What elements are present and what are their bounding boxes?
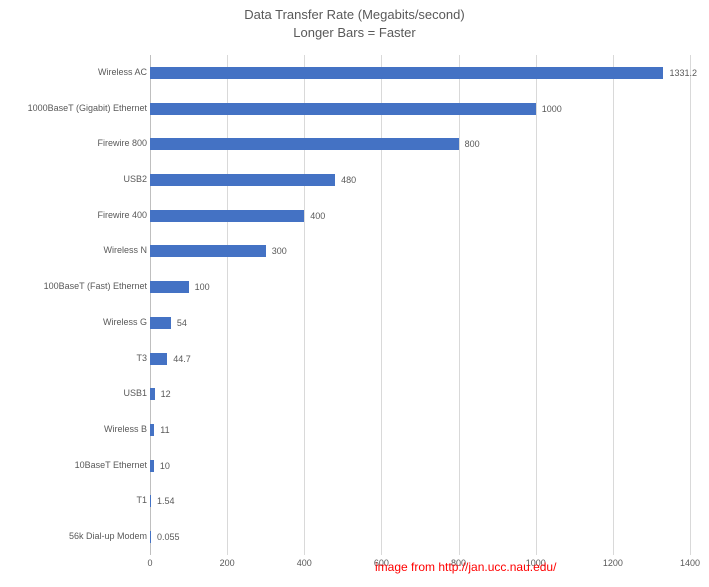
data-transfer-rate-chart: Data Transfer Rate (Megabits/second) Lon… [0, 0, 709, 587]
bar [150, 281, 189, 293]
value-label: 1.54 [157, 496, 175, 506]
x-tick-label: 1400 [680, 558, 700, 568]
value-label: 12 [161, 389, 171, 399]
category-label: Wireless AC [7, 68, 147, 78]
value-label: 300 [272, 246, 287, 256]
category-label: Firewire 800 [7, 139, 147, 149]
bar-row [150, 376, 690, 412]
bar [150, 103, 536, 115]
value-label: 400 [310, 211, 325, 221]
category-label: 100BaseT (Fast) Ethernet [7, 282, 147, 292]
plot-area: 0200400600800100012001400 [150, 55, 690, 555]
bar-row [150, 484, 690, 520]
bar [150, 353, 167, 365]
bar [150, 245, 266, 257]
value-label: 1331.2 [669, 68, 697, 78]
bar-row [150, 269, 690, 305]
category-label: Wireless G [7, 318, 147, 328]
value-label: 100 [195, 282, 210, 292]
image-credit: image from http://jan.ucc.nau.edu/ [375, 560, 556, 574]
bar-row [150, 162, 690, 198]
gridline [690, 55, 691, 555]
category-label: Wireless B [7, 425, 147, 435]
chart-title-block: Data Transfer Rate (Megabits/second) Lon… [0, 0, 709, 41]
bar-row [150, 198, 690, 234]
bar-row [150, 234, 690, 270]
value-label: 480 [341, 175, 356, 185]
bar [150, 495, 151, 507]
bar [150, 210, 304, 222]
x-tick-label: 400 [297, 558, 312, 568]
bar [150, 67, 663, 79]
bar [150, 174, 335, 186]
category-label: 56k Dial-up Modem [7, 532, 147, 542]
value-label: 54 [177, 318, 187, 328]
value-label: 44.7 [173, 354, 191, 364]
x-tick-label: 200 [220, 558, 235, 568]
bar-row [150, 412, 690, 448]
value-label: 10 [160, 461, 170, 471]
category-label: T1 [7, 496, 147, 506]
value-label: 1000 [542, 104, 562, 114]
bar [150, 317, 171, 329]
category-label: USB1 [7, 389, 147, 399]
bar-row [150, 341, 690, 377]
bar-row [150, 126, 690, 162]
bar [150, 531, 151, 543]
category-label: Wireless N [7, 246, 147, 256]
category-label: Firewire 400 [7, 211, 147, 221]
value-label: 0.055 [157, 532, 180, 542]
bar [150, 460, 154, 472]
bar [150, 388, 155, 400]
bar [150, 424, 154, 436]
bar-row [150, 91, 690, 127]
category-label: 1000BaseT (Gigabit) Ethernet [7, 104, 147, 114]
chart-subtitle: Longer Bars = Faster [0, 24, 709, 42]
bar-row [150, 519, 690, 555]
bar-row [150, 55, 690, 91]
category-label: T3 [7, 354, 147, 364]
bar-row [150, 305, 690, 341]
x-tick-label: 1200 [603, 558, 623, 568]
category-label: USB2 [7, 175, 147, 185]
x-tick-label: 0 [147, 558, 152, 568]
value-label: 800 [465, 139, 480, 149]
chart-title: Data Transfer Rate (Megabits/second) [0, 6, 709, 24]
value-label: 11 [160, 425, 169, 435]
bar-row [150, 448, 690, 484]
category-label: 10BaseT Ethernet [7, 461, 147, 471]
bar [150, 138, 459, 150]
